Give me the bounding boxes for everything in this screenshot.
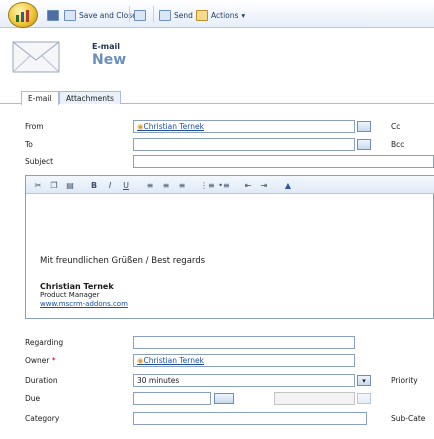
decrease-indent-icon[interactable]: ⇤ [242,180,254,191]
actions-icon [196,9,208,21]
regarding-label: Regarding [25,338,64,347]
toolbar-divider [129,6,130,22]
category-field[interactable] [133,412,367,425]
actions-menu-button[interactable]: Actions ▾ [196,8,245,22]
to-field[interactable] [133,138,355,151]
category-label: Category [25,414,60,423]
send-label: Send [174,10,193,20]
attach-button[interactable] [134,8,146,22]
calendar-picker-icon[interactable] [214,393,234,404]
floppy-disk-icon [47,9,59,21]
cut-icon[interactable]: ✂ [32,180,44,191]
duration-select[interactable]: 30 minutes [133,374,355,387]
align-right-icon[interactable]: ≡ [176,180,188,191]
record-type: E-mail [92,42,121,51]
attach-file-icon [134,9,146,21]
to-label: To [25,140,33,149]
tab-strip: E-mail Attachments [0,90,434,105]
send-mail-icon [159,9,171,21]
increase-indent-icon[interactable]: ⇥ [258,180,270,191]
tab-attachments[interactable]: Attachments [59,91,121,104]
bcc-label: Bcc [391,140,405,149]
owner-label: Owner [25,356,56,365]
chevron-down-icon: ▾ [241,10,246,20]
signature-website-link[interactable]: www.mscrm-addons.com [40,300,128,308]
save-and-close-button[interactable]: Save and Close [64,8,137,22]
toolbar: Save and Close Send Actions ▾ [0,0,434,28]
from-field[interactable]: Christian Ternek [133,120,355,133]
owner-field[interactable]: Christian Ternek [133,354,355,367]
tab-email[interactable]: E-mail [21,91,59,105]
from-party-link[interactable]: Christian Ternek [137,122,204,131]
signature-name: Christian Ternek [40,282,114,291]
actions-label: Actions [211,10,239,20]
form-header: E-mail New [0,28,434,90]
subcategory-label: Sub-Cate [391,414,426,423]
from-label: From [25,122,44,131]
chevron-down-icon[interactable]: ▾ [357,375,371,386]
priority-label: Priority [391,376,418,385]
duration-value: 30 minutes [137,376,180,385]
paste-icon[interactable]: ▤ [64,180,76,191]
due-label: Due [25,394,41,403]
highlight-icon[interactable]: ▲ [282,180,294,191]
save-button[interactable] [47,8,59,22]
bullet-list-icon[interactable]: •≡ [218,180,230,191]
subject-label: Subject [25,157,54,166]
from-lookup-button[interactable] [357,121,371,132]
underline-icon[interactable]: U [120,180,132,191]
italic-icon[interactable]: I [104,180,116,191]
align-left-icon[interactable]: ≡ [144,180,156,191]
bold-icon[interactable]: B [88,180,100,191]
duration-label: Duration [25,376,58,385]
envelope-icon [12,41,60,73]
due-date-field[interactable] [133,392,211,405]
office-logo-icon [16,10,29,22]
email-form: From Christian Ternek Cc To Bcc Subject … [0,105,434,439]
due-time-field[interactable] [274,392,355,405]
time-dropdown-button[interactable] [357,393,371,404]
numbered-list-icon[interactable]: ⋮≡ [200,180,215,191]
save-and-close-icon [64,9,76,21]
office-orb-button[interactable] [8,2,38,28]
email-body-editor[interactable]: ✂ ❐ ▤ B I U ≡ ≡ ≡ ⋮≡ •≡ ⇤ ⇥ ▲ Mit freund… [25,175,434,319]
signature-greeting: Mit freundlichen Grüßen / Best regards [40,256,206,266]
send-button[interactable]: Send [159,8,193,22]
cc-label: Cc [391,122,401,131]
toolbar-divider [153,6,154,22]
rich-text-toolbar: ✂ ❐ ▤ B I U ≡ ≡ ≡ ⋮≡ •≡ ⇤ ⇥ ▲ [26,176,434,194]
align-center-icon[interactable]: ≡ [160,180,172,191]
page-title: New [92,52,127,68]
copy-icon[interactable]: ❐ [48,180,60,191]
signature-role: Product Manager [40,291,100,299]
regarding-field[interactable] [133,336,355,349]
to-lookup-button[interactable] [357,139,371,150]
subject-field[interactable] [133,155,434,168]
owner-party-link[interactable]: Christian Ternek [137,356,204,365]
